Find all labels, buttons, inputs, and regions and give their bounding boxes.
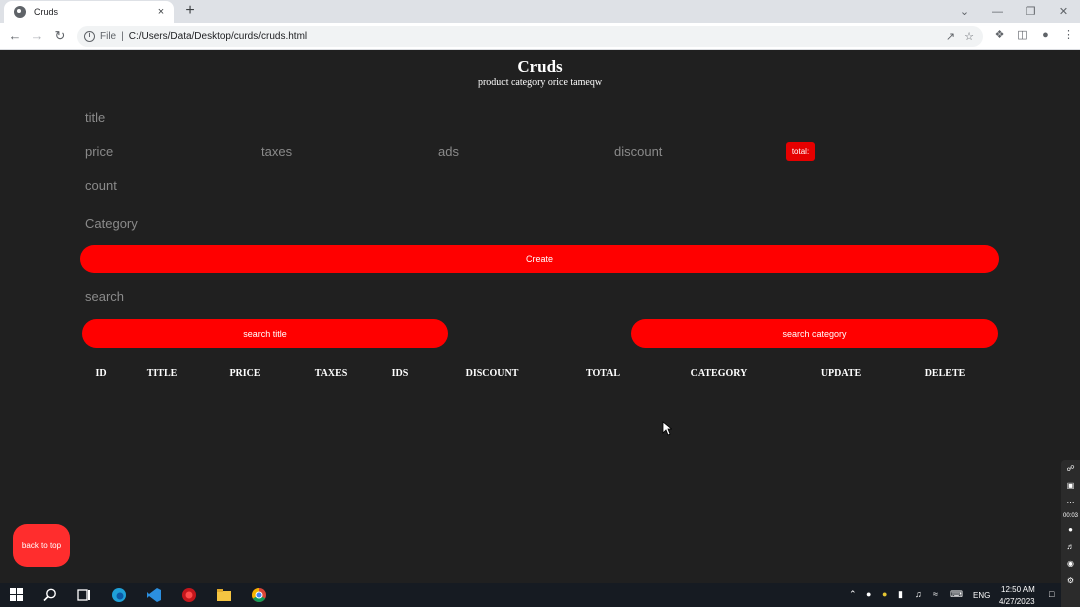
windows-taskbar: ⌃ ● ● ▮ ♫ ≈ ⌨ ENG 12:50 AM 4/27/2023 □: [0, 583, 1061, 607]
back-arrow-icon[interactable]: ←: [6, 27, 24, 45]
minimize-button[interactable]: —: [981, 6, 1014, 18]
window-controls: ⌄ — ❐ ✕: [948, 0, 1080, 23]
battery-icon[interactable]: ▮: [898, 589, 903, 600]
file-explorer-icon[interactable]: [216, 587, 232, 603]
more-dots-icon[interactable]: ⋯: [1067, 494, 1075, 511]
column-header-id: ID: [95, 368, 107, 379]
notifications-icon[interactable]: □: [1049, 589, 1054, 599]
forward-arrow-icon[interactable]: →: [28, 27, 46, 45]
column-header-delete: DELETE: [924, 368, 966, 379]
tray-app-icon[interactable]: ●: [882, 589, 887, 599]
page-subtitle: product category orice tameqw: [477, 77, 603, 88]
ads-input[interactable]: [438, 141, 598, 161]
site-info-icon[interactable]: i: [84, 31, 95, 42]
count-input[interactable]: [85, 175, 985, 195]
tray-microphone-icon[interactable]: ●: [866, 589, 871, 599]
browser-toolbar: ← → ↻ i File | C:/Users/Data/Desktop/cur…: [0, 23, 1080, 50]
chrome-browser-icon[interactable]: [251, 587, 267, 603]
tab-title: Cruds: [34, 7, 59, 17]
browser-tab[interactable]: Cruds ×: [4, 1, 174, 23]
close-window-button[interactable]: ✕: [1047, 5, 1080, 18]
vscode-icon[interactable]: [146, 587, 162, 603]
share-icon[interactable]: ↗: [946, 30, 955, 43]
recorder-app-icon[interactable]: [181, 587, 197, 603]
column-header-category: CATEGORY: [690, 368, 748, 379]
column-header-total: TOTAL: [585, 368, 621, 379]
profile-avatar-icon[interactable]: ●: [1034, 29, 1057, 41]
wifi-icon[interactable]: ≈: [933, 589, 938, 599]
restore-button[interactable]: ❐: [1014, 5, 1047, 18]
search-title-button[interactable]: search title: [82, 319, 448, 348]
link-icon[interactable]: ☍: [1066, 460, 1074, 477]
keyboard-icon[interactable]: ⌨: [950, 589, 963, 600]
page-title: Cruds: [517, 57, 563, 76]
reload-icon[interactable]: ↻: [51, 27, 69, 45]
page-content: Cruds product category orice tameqw tota…: [0, 50, 1080, 583]
search-input[interactable]: [85, 286, 985, 306]
microphone-icon[interactable]: ●: [1068, 521, 1073, 538]
column-header-price: PRICE: [229, 368, 261, 379]
extensions-puzzle-icon[interactable]: ❖: [988, 28, 1011, 41]
globe-icon: [14, 6, 26, 18]
tab-search-icon[interactable]: ⌄: [948, 5, 981, 18]
volume-icon[interactable]: ♫: [915, 589, 922, 599]
search-category-button[interactable]: search category: [631, 319, 998, 348]
column-header-title: TITLE: [146, 368, 178, 379]
clock-date[interactable]: 4/27/2023: [999, 597, 1035, 606]
edge-browser-icon[interactable]: [111, 587, 127, 603]
speaker-icon[interactable]: ♬: [1067, 538, 1075, 555]
table-header: ID TITLE PRICE TAXES IDS DISCOUNT TOTAL …: [0, 368, 1080, 384]
discount-input[interactable]: [614, 141, 774, 161]
webcam-icon[interactable]: ◉: [1067, 555, 1074, 572]
total-badge: total:: [786, 142, 815, 161]
column-header-taxes: TAXES: [314, 368, 348, 379]
side-panel-icon[interactable]: ◫: [1011, 28, 1034, 41]
menu-kebab-icon[interactable]: ⋮: [1057, 28, 1080, 41]
mouse-cursor-icon: [662, 421, 672, 436]
page-header: Cruds product category orice tameqw: [0, 58, 1080, 90]
url-protocol: File: [100, 31, 117, 42]
camera-icon[interactable]: ▣: [1067, 477, 1075, 494]
create-button[interactable]: Create: [80, 245, 999, 273]
windows-start-icon[interactable]: [9, 587, 25, 603]
column-header-update: UPDATE: [820, 368, 862, 379]
tab-close-button[interactable]: ×: [154, 6, 168, 18]
toolbar-icons: ❖ ◫ ● ⋮: [988, 28, 1080, 42]
recorder-panel: ☍ ▣ ⋯ 00:03 ● ♬ ◉ ⚙: [1061, 460, 1080, 607]
tray-chevron-up-icon[interactable]: ⌃: [849, 589, 857, 600]
clock-time[interactable]: 12:50 AM: [1001, 585, 1035, 594]
price-input[interactable]: [85, 141, 245, 161]
taxes-input[interactable]: [261, 141, 421, 161]
url-separator: |: [121, 31, 124, 42]
recorder-timer: 00:03: [1062, 513, 1078, 519]
url-text[interactable]: C:/Users/Data/Desktop/curds/cruds.html: [129, 31, 946, 42]
title-input[interactable]: [85, 107, 985, 127]
settings-gear-icon[interactable]: ⚙: [1067, 572, 1074, 589]
browser-tab-strip: Cruds × + ⌄ — ❐ ✕: [0, 0, 1080, 23]
back-to-top-button[interactable]: back to top: [13, 524, 70, 567]
column-header-ids: IDS: [391, 368, 409, 379]
category-input[interactable]: [85, 213, 985, 233]
search-icon[interactable]: [42, 587, 58, 603]
bookmark-star-icon[interactable]: ☆: [964, 30, 974, 43]
column-header-discount: DISCOUNT: [465, 368, 519, 379]
language-indicator[interactable]: ENG: [973, 591, 990, 600]
task-view-icon[interactable]: [76, 587, 92, 603]
new-tab-button[interactable]: +: [181, 2, 199, 20]
address-bar[interactable]: i File | C:/Users/Data/Desktop/curds/cru…: [77, 26, 983, 47]
